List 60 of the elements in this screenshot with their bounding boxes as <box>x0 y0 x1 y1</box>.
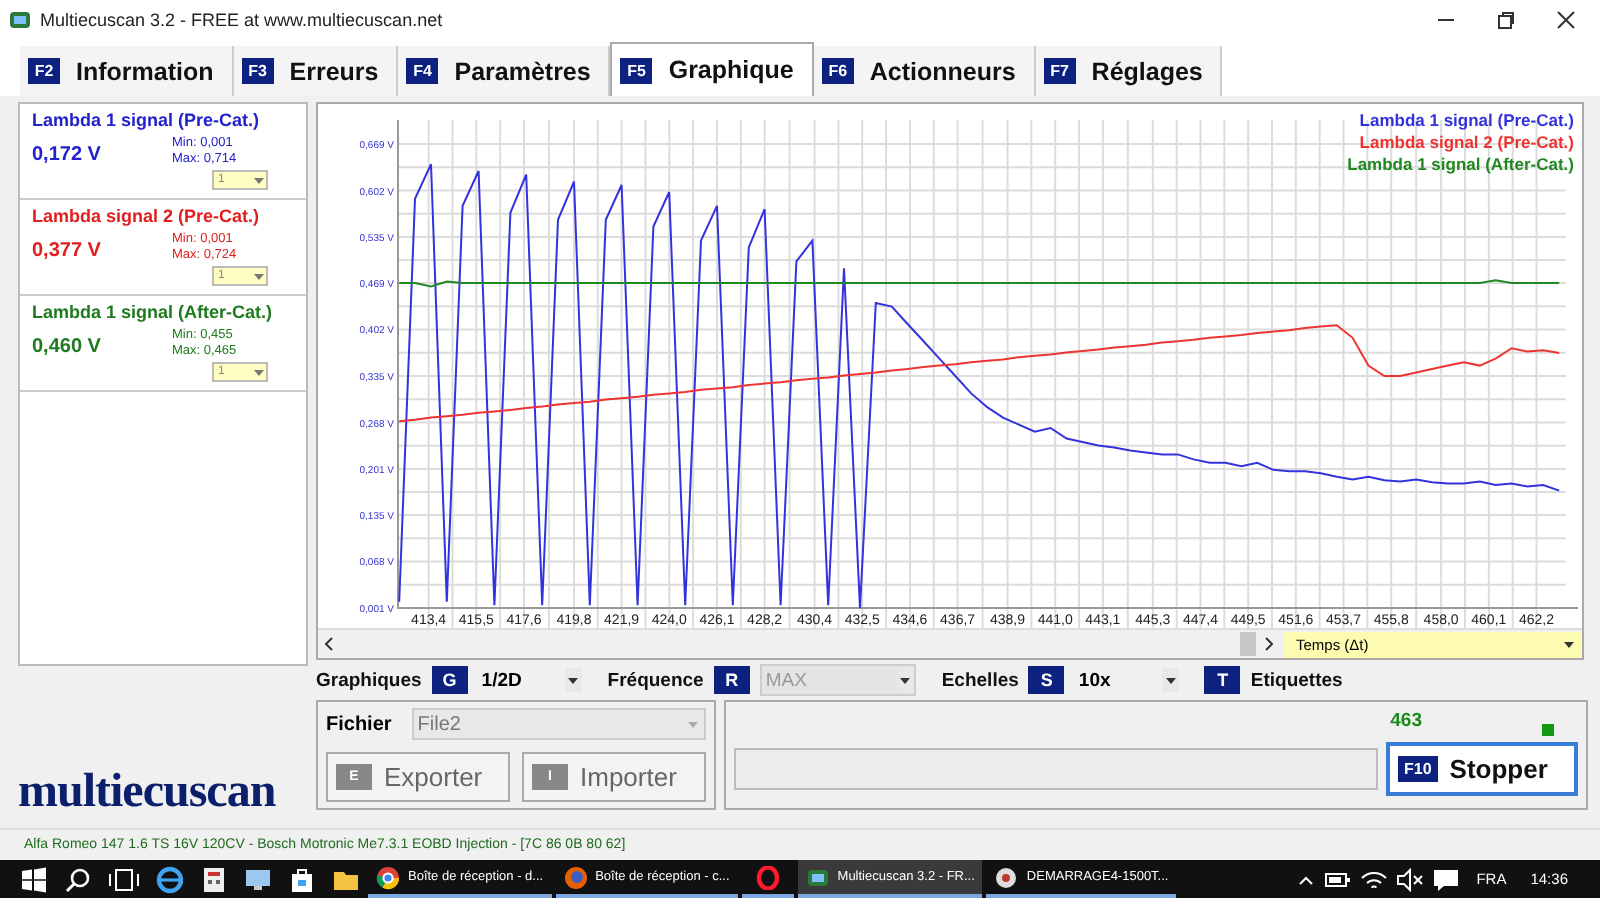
taskbar-button[interactable] <box>741 860 794 898</box>
browser-icon <box>563 865 588 889</box>
signal-value: 0,172 V <box>32 144 103 166</box>
app-icon <box>8 8 32 32</box>
caret-icon <box>566 675 581 685</box>
legend-label: Lambda 1 signal (After-Cat.) <box>1347 154 1574 174</box>
signal-value: 0,460 V <box>32 336 103 358</box>
computer-icon[interactable] <box>244 865 272 893</box>
signal-value: 0,377 V <box>32 240 103 262</box>
file-label: Fichier <box>326 713 392 735</box>
disc-icon <box>994 865 1019 889</box>
signal-name: Lambda 1 signal (Pre-Cat.) <box>32 110 262 130</box>
caret-icon <box>1562 639 1576 649</box>
caret-icon <box>252 175 266 185</box>
shortcut-key: G <box>431 666 468 694</box>
browser-icon[interactable] <box>156 865 184 893</box>
caret-icon <box>252 271 266 281</box>
ring-icon <box>755 865 780 889</box>
caret-icon <box>898 675 913 685</box>
wifi-icon[interactable] <box>1360 867 1389 891</box>
signal-name: Lambda 1 signal (After-Cat.) <box>32 302 275 322</box>
sample-count: 463 <box>1390 710 1422 732</box>
scroll-thumb[interactable] <box>1240 632 1256 656</box>
store-bag-icon[interactable] <box>288 865 316 893</box>
labels-toggle[interactable]: Etiquettes <box>1250 669 1343 691</box>
option-dropdown[interactable]: 10x <box>1074 666 1179 694</box>
option-label: Graphiques <box>316 669 422 691</box>
windows-start-icon[interactable] <box>20 865 48 893</box>
tab[interactable]: F4 Paramètres <box>398 46 611 96</box>
window-title: Multiecuscan 3.2 - FREE at www.multiecuscan.net <box>40 10 443 30</box>
notification-icon[interactable] <box>1432 867 1461 891</box>
option-dropdown[interactable]: 1/2D <box>477 666 582 694</box>
browser-icon <box>376 865 400 889</box>
stop-button[interactable]: F10 Stopper <box>1386 742 1578 796</box>
caret-icon <box>1163 675 1178 685</box>
shortcut-key: T <box>1204 666 1241 694</box>
app-icon <box>805 865 830 889</box>
signal-name: Lambda signal 2 (Pre-Cat.) <box>32 206 262 226</box>
tab[interactable]: F5 Graphique <box>610 42 814 96</box>
option-label: Echelles <box>941 669 1019 691</box>
search-icon[interactable] <box>64 865 92 893</box>
option-label: Fréquence <box>607 669 704 691</box>
tab[interactable]: F3 Erreurs <box>233 46 399 96</box>
tab[interactable]: F6 Actionneurs <box>813 46 1036 96</box>
caret-icon <box>252 367 266 377</box>
file-dropdown[interactable]: File2 <box>411 708 706 740</box>
shortcut-key: S <box>1028 666 1065 694</box>
calculator-icon[interactable] <box>200 865 228 893</box>
close-icon[interactable] <box>1556 10 1576 30</box>
battery-icon[interactable] <box>1324 869 1353 889</box>
shortcut-key: R <box>713 666 750 694</box>
task-view-icon[interactable] <box>108 867 140 891</box>
tab[interactable]: F2 Information <box>20 46 234 96</box>
caret-icon <box>686 719 700 729</box>
legend-label: Lambda signal 2 (Pre-Cat.) <box>1359 132 1574 152</box>
legend-label: Lambda 1 signal (Pre-Cat.) <box>1359 110 1574 130</box>
logo: multiecuscan <box>18 766 278 820</box>
speaker-muted-icon[interactable] <box>1396 867 1425 891</box>
tab[interactable]: F7 Réglages <box>1035 46 1223 96</box>
restore-icon[interactable] <box>1496 10 1516 30</box>
